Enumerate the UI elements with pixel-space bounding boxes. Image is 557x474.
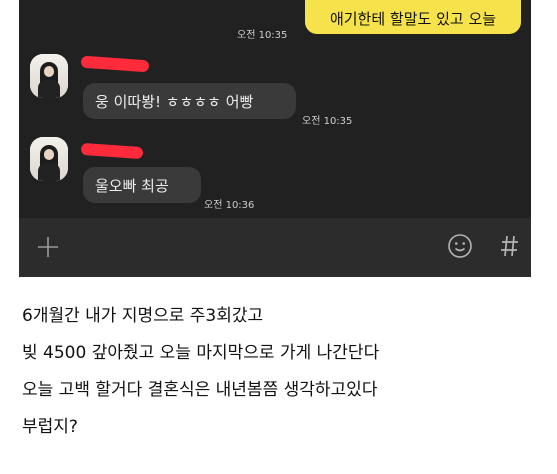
emoji-icon[interactable] (447, 233, 473, 259)
outgoing-message-time: 오전 10:35 (237, 30, 288, 41)
plus-icon[interactable] (37, 236, 59, 258)
post-line: 부럽지? (22, 417, 78, 437)
redacted-sender-name (80, 142, 144, 160)
sender-avatar[interactable] (30, 54, 68, 98)
post-line: 오늘 고백 할거다 결혼식은 내년봄쯤 생각하고있다 (22, 380, 378, 400)
hash-icon[interactable] (499, 232, 521, 260)
incoming-message-time: 오전 10:36 (204, 200, 255, 211)
incoming-message-time: 오전 10:35 (302, 116, 353, 127)
chat-input-bar[interactable] (19, 218, 531, 277)
post-body-text: 6개월간 내가 지명으로 주3회갔고 빚 4500 갚아줬고 오늘 마지막으로 … (22, 298, 542, 446)
incoming-message-bubble[interactable]: 울오빠 최공 (83, 167, 201, 203)
redacted-sender-name (80, 55, 150, 73)
post-line: 6개월간 내가 지명으로 주3회갔고 (22, 306, 264, 326)
post-line: 빚 4500 갚아줬고 오늘 마지막으로 가게 나간단다 (22, 343, 380, 363)
sender-avatar[interactable] (30, 137, 68, 181)
outgoing-message-bubble[interactable]: 애기한테 할말도 있고 오늘 (305, 0, 521, 34)
incoming-message-bubble[interactable]: 웅 이따봥! ㅎㅎㅎㅎ 어빵 (83, 83, 296, 119)
chat-screenshot: 오전 10:35 애기한테 할말도 있고 오늘 웅 이따봥! ㅎㅎㅎㅎ 어빵 오… (19, 0, 531, 277)
